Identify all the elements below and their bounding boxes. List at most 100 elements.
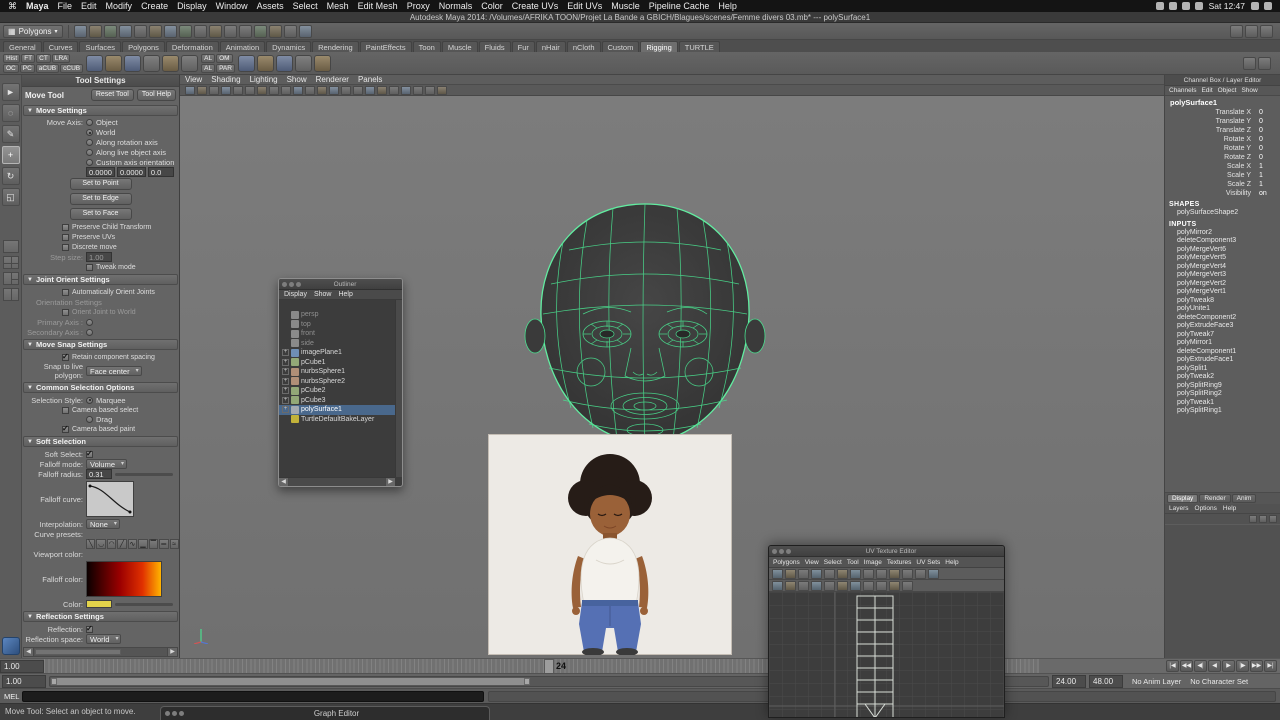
layout-shortcut-button[interactable] bbox=[2, 240, 19, 253]
channel-value-field[interactable]: 0 bbox=[1254, 136, 1278, 143]
layer-toolbar-icon[interactable] bbox=[1269, 515, 1277, 523]
outliner-item[interactable]: + imagePlane1 bbox=[279, 348, 395, 358]
curve-preset-button[interactable]: ═ bbox=[159, 539, 169, 549]
falloff-mode-dropdown[interactable]: Volume bbox=[86, 459, 128, 469]
panel-toolbar-icon[interactable] bbox=[341, 85, 351, 95]
uv-toolbar-icon[interactable] bbox=[785, 568, 796, 579]
tool-help-button[interactable]: Tool Help bbox=[136, 89, 176, 101]
shelf-tab[interactable]: Surfaces bbox=[79, 41, 122, 52]
curve-preset-button[interactable]: ◡ bbox=[96, 539, 106, 549]
channel-value-field[interactable]: on bbox=[1254, 190, 1278, 197]
shelf-button[interactable]: cCUB bbox=[60, 63, 84, 73]
uv-toolbar-icon[interactable] bbox=[837, 568, 848, 579]
menubar-status-icon[interactable] bbox=[1181, 2, 1190, 10]
panel-toolbar-icon[interactable] bbox=[245, 85, 255, 95]
shelf-menu-icon[interactable] bbox=[1258, 56, 1271, 70]
shelf-tab[interactable]: Muscle bbox=[441, 41, 478, 52]
expand-toggle-icon[interactable]: + bbox=[282, 349, 289, 357]
status-toolbar-icon[interactable] bbox=[73, 24, 87, 38]
snap-live-polygon-dropdown[interactable]: Face center bbox=[86, 366, 142, 376]
graph-editor-titlebar[interactable]: Graph Editor bbox=[160, 706, 490, 720]
shelf-button[interactable]: Hist bbox=[3, 53, 21, 63]
uv-toolbar-icon[interactable] bbox=[798, 580, 809, 591]
shelf-tool-icon[interactable] bbox=[256, 54, 274, 72]
range-handle-left[interactable] bbox=[51, 677, 57, 685]
menubar-right-icon[interactable] bbox=[1251, 2, 1259, 10]
menubar-item[interactable]: Select bbox=[293, 1, 318, 11]
outliner-item[interactable]: + pCube1 bbox=[279, 358, 395, 368]
outliner-vscrollbar[interactable] bbox=[395, 300, 402, 477]
menubar-item[interactable]: Edit bbox=[81, 1, 97, 11]
section-move-settings[interactable]: ▼ Move Settings bbox=[23, 105, 178, 116]
outliner-item[interactable]: + polySurface1 bbox=[279, 405, 395, 415]
shelf-tool-icon[interactable] bbox=[237, 54, 255, 72]
layer-editor-tab[interactable]: Anim bbox=[1231, 494, 1257, 503]
layer-toolbar-icon[interactable] bbox=[1259, 515, 1267, 523]
panel-menu[interactable]: Lighting bbox=[250, 75, 278, 84]
status-toolbar-icon[interactable] bbox=[178, 24, 192, 38]
playback-button[interactable]: ◀| bbox=[1194, 660, 1207, 672]
selection-mask-dropdown[interactable]: ▦ Polygons ▾ bbox=[3, 24, 63, 38]
section-soft-selection[interactable]: ▼ Soft Selection bbox=[23, 436, 178, 447]
status-toolbar-icon[interactable] bbox=[118, 24, 132, 38]
menubar-item[interactable]: Normals bbox=[439, 1, 473, 11]
move-axis-option[interactable]: World bbox=[86, 128, 174, 137]
channel-attribute-row[interactable]: Scale X 1 bbox=[1165, 162, 1280, 171]
menubar-item[interactable]: Edit UVs bbox=[567, 1, 602, 11]
input-node[interactable]: polySplitRing9 bbox=[1165, 382, 1280, 391]
falloff-color-gradient[interactable] bbox=[86, 561, 162, 597]
toolbox-extra-icon[interactable] bbox=[2, 637, 20, 655]
shelf-tab[interactable]: Custom bbox=[601, 41, 640, 52]
shelf-tool-icon[interactable] bbox=[86, 54, 104, 72]
channel-value-field[interactable]: 0 bbox=[1254, 109, 1278, 116]
uv-toolbar-icon[interactable] bbox=[863, 580, 874, 591]
panel-toolbar-icon[interactable] bbox=[233, 85, 243, 95]
shelf-tab[interactable]: Rigging bbox=[640, 41, 678, 52]
channel-value-field[interactable]: 0 bbox=[1254, 145, 1278, 152]
tool-settings-header[interactable]: Tool Settings bbox=[22, 75, 179, 87]
reflection-checkbox[interactable] bbox=[86, 624, 93, 633]
input-node[interactable]: polyTweak8 bbox=[1165, 297, 1280, 306]
playback-button[interactable]: ▶▶ bbox=[1250, 660, 1263, 672]
shelf-tab[interactable]: Polygons bbox=[122, 41, 165, 52]
move-option-checkbox[interactable]: Preserve Child Transform bbox=[62, 223, 179, 232]
panel-toolbar-icon[interactable] bbox=[221, 85, 231, 95]
channel-value-field[interactable]: 1 bbox=[1254, 172, 1278, 179]
shelf-tab[interactable]: Rendering bbox=[312, 41, 359, 52]
window-controls-icon[interactable] bbox=[282, 281, 301, 287]
toolbox-tool-icon[interactable]: ✎ bbox=[1, 125, 20, 143]
layer-editor-menu[interactable]: Layers bbox=[1169, 505, 1189, 512]
playback-button[interactable]: ▶| bbox=[1264, 660, 1277, 672]
selection-style-marquee-radio[interactable]: Marquee bbox=[86, 396, 126, 405]
shelf-button[interactable]: OM bbox=[216, 53, 233, 63]
shelf-tab[interactable]: Fluids bbox=[478, 41, 511, 52]
shelf-button[interactable]: aCUB bbox=[35, 63, 60, 73]
shelf-button[interactable]: AL bbox=[201, 53, 216, 63]
axis-value-field[interactable]: 0.0000 bbox=[116, 167, 146, 177]
layer-editor-menu[interactable]: Help bbox=[1223, 505, 1236, 512]
shelf-button[interactable]: OC bbox=[3, 63, 19, 73]
shelf-tab[interactable]: Dynamics bbox=[266, 41, 312, 52]
channel-attribute-row[interactable]: Translate X 0 bbox=[1165, 108, 1280, 117]
expand-toggle-icon[interactable]: + bbox=[282, 396, 289, 404]
outliner-item[interactable]: + pCube3 bbox=[279, 396, 395, 406]
uv-texture-editor-window[interactable]: UV Texture Editor Polygons View Select Tool… bbox=[768, 545, 1005, 718]
outliner-menu[interactable]: Help bbox=[338, 291, 352, 298]
tweak-mode-checkbox[interactable]: Tweak mode bbox=[22, 262, 179, 272]
shelf-tool-icon[interactable] bbox=[313, 54, 331, 72]
playback-button[interactable]: ◀ bbox=[1208, 660, 1221, 672]
uv-toolbar-icon[interactable] bbox=[902, 580, 913, 591]
layout-shortcut-button[interactable] bbox=[2, 256, 19, 269]
anim-layer-menu[interactable]: No Anim Layer bbox=[1132, 677, 1181, 686]
channel-attribute-row[interactable]: Rotate X 0 bbox=[1165, 135, 1280, 144]
window-controls-icon[interactable] bbox=[772, 548, 791, 554]
panel-toolbar-icon[interactable] bbox=[209, 85, 219, 95]
playback-end-field[interactable]: 24.00 bbox=[1052, 674, 1086, 688]
playback-button[interactable]: ▶ bbox=[1222, 660, 1235, 672]
channel-attribute-row[interactable]: Rotate Y 0 bbox=[1165, 144, 1280, 153]
axis-value-field[interactable]: 0.0 bbox=[147, 167, 174, 177]
auto-orient-joints-checkbox[interactable]: Automatically Orient Joints bbox=[22, 287, 179, 297]
shelf-tab[interactable]: Animation bbox=[219, 41, 266, 52]
menubar-status-icon[interactable] bbox=[1155, 2, 1164, 10]
status-toolbar-icon[interactable] bbox=[88, 24, 102, 38]
